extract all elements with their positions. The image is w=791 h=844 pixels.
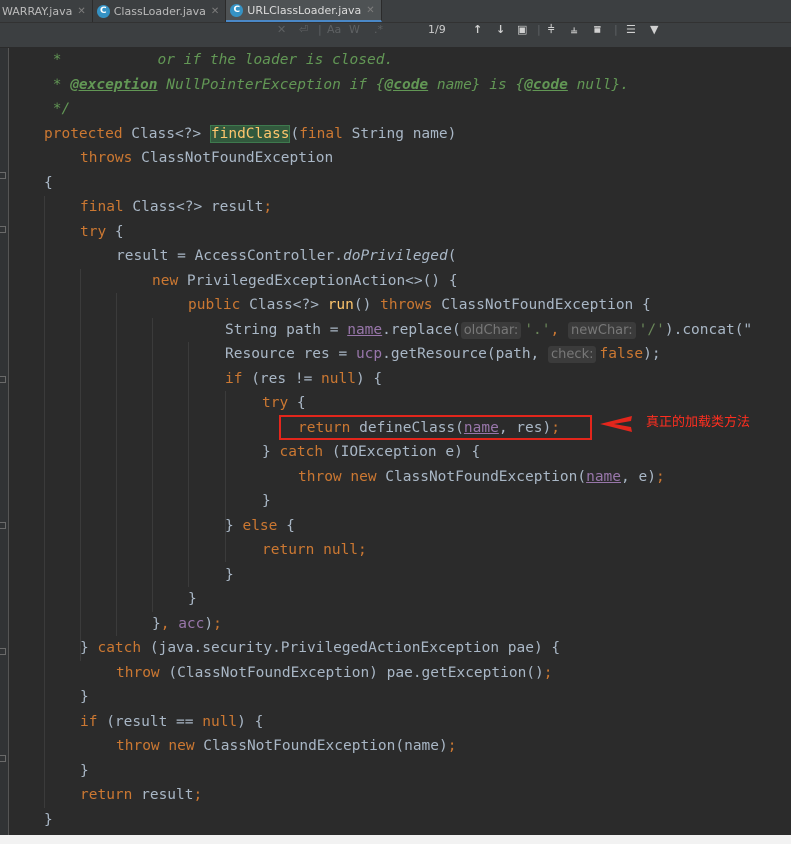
- match-case-toggle[interactable]: Aa: [327, 23, 341, 47]
- filter-lines-icon[interactable]: ☰: [626, 23, 636, 47]
- divider: |: [318, 23, 322, 36]
- remove-selection-icon[interactable]: ⫨: [571, 23, 577, 47]
- previous-occurrence-icon[interactable]: ↑: [473, 23, 482, 47]
- fold-marker-icon[interactable]: [0, 172, 6, 179]
- code-line: {: [44, 174, 53, 191]
- code-line: * or if the loader is closed.: [44, 52, 394, 68]
- close-icon[interactable]: ✕: [211, 6, 219, 17]
- java-class-icon: C: [96, 4, 110, 18]
- code-line: }: [44, 811, 53, 828]
- code-line: */: [44, 101, 71, 117]
- code-line: try {: [80, 223, 124, 240]
- parameter-hint: oldChar:: [460, 321, 522, 339]
- tab-warray[interactable]: WARRAY.java ✕: [0, 0, 93, 22]
- bottom-border: [0, 835, 791, 844]
- code-line: throws ClassNotFoundException: [80, 150, 334, 166]
- fold-marker-icon[interactable]: [0, 226, 6, 233]
- indent-guide: [188, 342, 189, 587]
- indent-guide: [152, 318, 153, 612]
- tab-label: URLClassLoader.java: [247, 3, 362, 17]
- code-line: protected Class<?> findClass(final Strin…: [44, 124, 457, 143]
- annotation-label: 真正的加载类方法: [646, 415, 751, 430]
- clear-search-icon[interactable]: ✕: [277, 23, 286, 47]
- words-toggle[interactable]: W: [349, 23, 360, 47]
- fold-marker-icon[interactable]: [0, 522, 6, 529]
- code-line: Resource res = ucp.getResource(path, che…: [225, 346, 661, 363]
- add-selection-icon[interactable]: ⫩: [548, 23, 554, 47]
- regex-toggle[interactable]: .*: [374, 23, 383, 47]
- find-in-window-icon[interactable]: ▣: [517, 23, 527, 47]
- code-line: result = AccessController.doPrivileged(: [116, 248, 457, 264]
- code-line: }: [225, 566, 234, 583]
- tab-label: WARRAY.java: [2, 4, 73, 18]
- find-toolbar: ✕ ⏎ | Aa W .* 1/9 ↑ ↓ ▣ | ⫩ ⫨ ⩸ | ☰ ▼: [0, 23, 791, 48]
- code-line: throw new ClassNotFoundException(name);: [116, 738, 457, 754]
- indent-guide: [80, 269, 81, 661]
- indent-guide: [44, 196, 45, 808]
- tab-urlclassloader[interactable]: C URLClassLoader.java ✕: [226, 0, 382, 22]
- code-line: }: [80, 689, 89, 705]
- code-line: if (result == null) {: [80, 713, 264, 730]
- code-line: throw new ClassNotFoundException(name, e…: [298, 468, 665, 485]
- divider: |: [537, 23, 541, 36]
- fold-marker-icon[interactable]: [0, 648, 6, 655]
- code-line: final Class<?> result;: [80, 199, 273, 215]
- code-line: new PrivilegedExceptionAction<>() {: [152, 272, 458, 289]
- code-line: }: [80, 762, 89, 779]
- tab-classloader[interactable]: C ClassLoader.java ✕: [93, 0, 227, 22]
- highlight-box: [279, 415, 592, 440]
- match-count: 1/9: [428, 23, 446, 36]
- filter-icon[interactable]: ▼: [650, 23, 658, 47]
- code-line: if (res != null) {: [225, 370, 383, 387]
- code-line: } catch (IOException e) {: [262, 444, 481, 460]
- code-line: }: [188, 591, 197, 607]
- editor-window: WARRAY.java ✕ C ClassLoader.java ✕ C URL…: [0, 0, 791, 835]
- code-line: public Class<?> run() throws ClassNotFou…: [188, 297, 651, 313]
- code-line: return null;: [262, 542, 367, 558]
- code-line: } else {: [225, 517, 295, 534]
- indent-guide: [116, 293, 117, 636]
- close-icon[interactable]: ✕: [77, 6, 85, 17]
- code-line: return result;: [80, 787, 203, 803]
- arrow-icon: [600, 416, 632, 432]
- parameter-hint: check:: [548, 346, 597, 363]
- code-line: }, acc);: [152, 615, 222, 632]
- java-class-icon: C: [230, 3, 244, 17]
- editor-tab-bar: WARRAY.java ✕ C ClassLoader.java ✕ C URL…: [0, 0, 791, 23]
- select-all-occurrences-icon[interactable]: ⩸: [594, 23, 601, 47]
- divider: |: [614, 23, 618, 36]
- new-line-icon[interactable]: ⏎: [299, 23, 308, 47]
- code-line: * @exception NullPointerException if {@c…: [44, 76, 629, 93]
- tab-label: ClassLoader.java: [113, 4, 206, 18]
- fold-marker-icon[interactable]: [0, 376, 6, 383]
- code-line: } catch (java.security.PrivilegedActionE…: [80, 640, 561, 656]
- code-line: throw (ClassNotFoundException) pae.getEx…: [116, 664, 553, 681]
- code-line: }: [262, 493, 271, 509]
- next-occurrence-icon[interactable]: ↓: [496, 23, 505, 47]
- fold-marker-icon[interactable]: [0, 755, 6, 762]
- parameter-hint: newChar:: [568, 321, 636, 339]
- code-line: try {: [262, 395, 306, 411]
- editor-gutter[interactable]: [0, 48, 9, 835]
- code-line: String path = name.replace(oldChar: '.', …: [225, 321, 753, 339]
- close-icon[interactable]: ✕: [366, 5, 374, 16]
